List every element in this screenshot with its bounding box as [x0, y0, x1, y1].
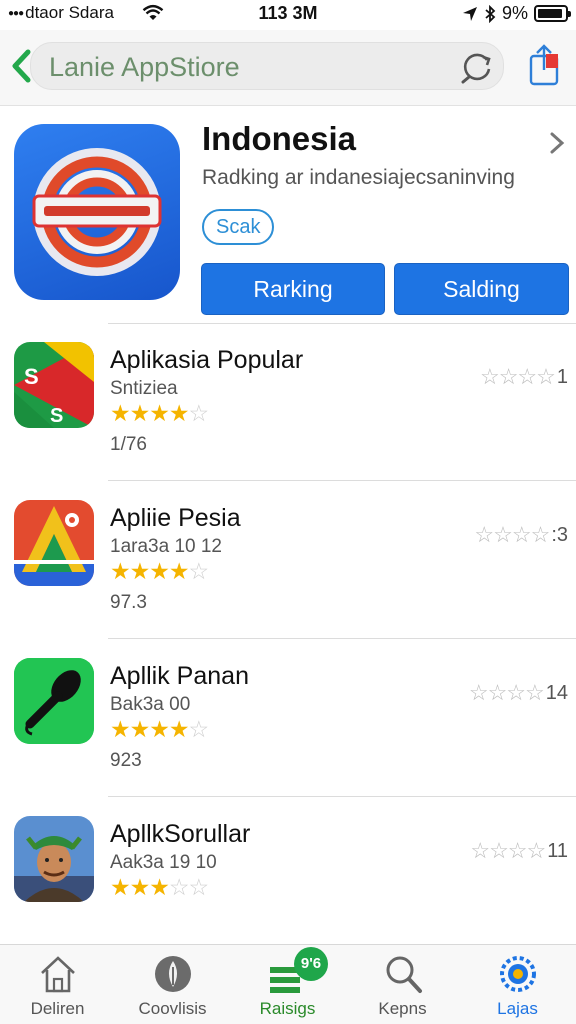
list-item[interactable]: Apllik Panan Bak3a 00 ★★★★☆ 923 ☆☆☆☆ 14	[0, 640, 576, 798]
character-avatar-icon	[14, 816, 94, 902]
notification-badge: 9'6	[294, 947, 328, 981]
star-outline-icon: ☆☆☆☆	[470, 838, 546, 863]
battery-icon	[534, 5, 571, 22]
svg-text:S: S	[50, 405, 63, 427]
ranking-button[interactable]: Rarking	[201, 263, 385, 315]
divider	[108, 796, 576, 797]
app-name: Aplikasia Popular	[110, 346, 304, 374]
chevron-right-icon[interactable]	[548, 130, 566, 156]
share-icon[interactable]	[526, 42, 564, 88]
app-icon	[14, 816, 94, 902]
compass-icon	[155, 956, 191, 992]
right-rating: ☆☆☆☆:3	[474, 522, 568, 548]
star-filled-icon: ★★★★	[110, 400, 189, 426]
star-rating: ★★★★☆	[110, 400, 209, 427]
multicolor-s-logo-icon: S S	[14, 342, 94, 428]
featured-subtitle: Radking ar indanesiajecsaninving	[202, 166, 515, 189]
tab-label: Deliren	[30, 999, 85, 1018]
star-outline-icon: ☆☆☆☆	[479, 364, 556, 389]
bluetooth-icon	[485, 4, 496, 23]
star-filled-icon: ★★★	[110, 874, 170, 900]
tab-label: Coovlisis	[138, 999, 207, 1018]
maps-logo-icon	[14, 500, 94, 586]
roundel-logo-icon	[32, 148, 162, 276]
right-value: :3	[551, 523, 568, 546]
tab-kepns[interactable]: Kepns	[345, 945, 460, 1024]
tab-coovlisis[interactable]: Coovlisis	[115, 945, 230, 1024]
star-empty-icon: ☆	[188, 716, 209, 742]
app-icon: S S	[14, 342, 94, 428]
app-name: ApllkSorullar	[110, 820, 251, 848]
search-icon	[386, 956, 422, 993]
app-meta: 1ara3a 10 12	[110, 536, 222, 557]
star-empty-icon: ☆☆	[168, 874, 209, 900]
status-bar: ●●● dtaor Sdara 113 3M 9%	[0, 0, 576, 28]
star-empty-icon: ☆	[188, 400, 209, 426]
app-name: Apllik Panan	[110, 662, 249, 690]
rating-count: 97.3	[110, 592, 147, 613]
right-rating: ☆☆☆☆ 1	[480, 364, 568, 390]
tab-lajas[interactable]: Lajas	[460, 945, 575, 1024]
star-outline-icon: ☆☆☆☆	[468, 680, 545, 705]
star-empty-icon: ☆	[188, 558, 209, 584]
star-filled-icon: ★★★★	[110, 558, 189, 584]
home-icon	[41, 956, 75, 993]
location-arrow-icon	[462, 6, 477, 21]
rating-count: 923	[110, 750, 142, 771]
tab-label: Lajas	[497, 999, 538, 1018]
app-meta: Bak3a 00	[110, 694, 191, 715]
right-value: 11	[547, 839, 568, 862]
app-meta: Sntiziea	[110, 378, 178, 399]
star-rating: ★★★★☆	[110, 558, 209, 585]
refresh-icon[interactable]	[459, 49, 495, 85]
right-rating: ☆☆☆☆ 14	[469, 680, 568, 706]
navigation-bar: Lanie AppStiore	[0, 30, 576, 106]
star-outline-icon: ☆☆☆☆	[474, 522, 550, 547]
right-value: 1	[556, 365, 568, 388]
featured-badge[interactable]: Scak	[202, 209, 275, 245]
right-rating: ☆☆☆☆ 11	[470, 838, 568, 864]
tab-raisigs[interactable]: 9'6 Raisigs	[230, 945, 345, 1024]
list-item[interactable]: S S Aplikasia Popular Sntiziea ★★★★☆ 1/7…	[0, 324, 576, 482]
list-item[interactable]: ApllkSorullar Aak3a 19 10 ★★★☆☆ ☆☆☆☆ 11	[0, 798, 576, 956]
app-meta: Aak3a 19 10	[110, 852, 217, 873]
tab-deliren[interactable]: Deliren	[0, 945, 115, 1024]
battery-percent: 9%	[501, 3, 528, 23]
tab-label: Kepns	[378, 999, 427, 1018]
app-icon	[14, 500, 94, 586]
status-right: 9%	[462, 3, 571, 24]
star-rating: ★★★★☆	[110, 716, 209, 743]
salding-button[interactable]: Salding	[394, 263, 569, 315]
star-filled-icon: ★★★★	[110, 716, 189, 742]
app-name: Apliie Pesia	[110, 504, 241, 532]
app-icon	[14, 658, 94, 744]
tab-label: Raisigs	[259, 999, 316, 1018]
divider	[108, 480, 576, 481]
address-bar[interactable]: Lanie AppStiore	[30, 42, 504, 90]
featured-title: Indonesia	[202, 120, 357, 157]
svg-text:S: S	[24, 364, 39, 389]
updates-icon	[500, 956, 536, 992]
divider	[108, 638, 576, 639]
right-value: 14	[545, 681, 568, 704]
list-item[interactable]: Apliie Pesia 1ara3a 10 12 ★★★★☆ 97.3 ☆☆☆…	[0, 482, 576, 640]
address-bar-label: Lanie AppStiore	[49, 52, 240, 82]
featured-app-icon[interactable]	[14, 124, 180, 300]
microphone-icon	[14, 658, 94, 744]
tab-bar: Deliren Coovlisis 9'6 Raisigs Kepns Laja…	[0, 944, 576, 1024]
star-rating: ★★★☆☆	[110, 874, 209, 901]
rating-count: 1/76	[110, 434, 147, 455]
